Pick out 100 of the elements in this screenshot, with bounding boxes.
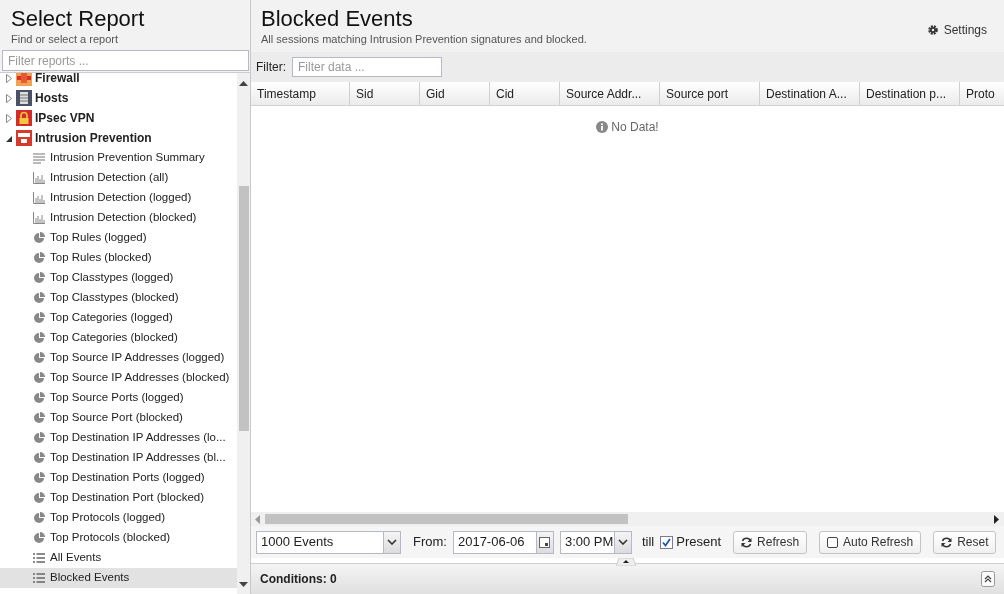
column-header[interactable]: Destination A...: [760, 82, 860, 105]
report-item-label[interactable]: Top Rules (logged): [50, 229, 147, 247]
report-item[interactable]: Top Destination IP Addresses (lo...: [0, 428, 237, 448]
pie-chart-icon: [33, 412, 45, 424]
report-item-label[interactable]: Blocked Events: [50, 569, 130, 587]
report-item[interactable]: All Events: [0, 548, 237, 568]
scrollbar-thumb[interactable]: [238, 186, 249, 431]
pie-chart-icon: [33, 512, 45, 524]
report-item-label[interactable]: Intrusion Prevention Summary: [50, 149, 205, 167]
report-item[interactable]: Top Source Ports (logged): [0, 388, 237, 408]
report-item-label[interactable]: Top Protocols (logged): [50, 509, 166, 527]
report-item[interactable]: Top Source Port (blocked): [0, 408, 237, 428]
caret-icon[interactable]: [387, 539, 397, 545]
tree-category[interactable]: Hosts: [0, 88, 237, 108]
scroll-right-icon[interactable]: [994, 514, 1000, 524]
report-item[interactable]: Intrusion Prevention Summary: [0, 148, 237, 168]
report-item[interactable]: Top Categories (logged): [0, 308, 237, 328]
scrollbar-thumb[interactable]: [265, 514, 628, 524]
shield-icon: [16, 130, 32, 146]
pie-chart-icon: [33, 432, 45, 444]
present-checkbox[interactable]: Present: [660, 532, 722, 552]
report-item[interactable]: Top Categories (blocked): [0, 328, 237, 348]
pie-chart-icon: [33, 472, 45, 484]
filter-reports-field[interactable]: Filter reports ...: [2, 50, 249, 71]
report-item[interactable]: Top Protocols (logged): [0, 508, 237, 528]
column-header[interactable]: Timestamp: [251, 82, 350, 105]
report-item-label[interactable]: Top Destination Ports (logged): [50, 469, 205, 487]
toggle-button[interactable]: Auto Refresh: [819, 530, 922, 554]
report-item-label[interactable]: Top Classtypes (logged): [50, 269, 174, 287]
report-item-label[interactable]: Top Destination IP Addresses (lo...: [50, 429, 226, 447]
refresh-icon: [741, 536, 753, 548]
column-header[interactable]: Proto: [960, 82, 1004, 105]
date-field[interactable]: 2017-06-06: [452, 530, 554, 554]
report-item-label[interactable]: Top Source Ports (logged): [50, 389, 184, 407]
report-item-label[interactable]: Intrusion Detection (all): [50, 169, 169, 187]
tree-category[interactable]: Firewall: [0, 73, 237, 88]
vertical-scrollbar[interactable]: [237, 73, 250, 594]
report-item-label[interactable]: Top Classtypes (blocked): [50, 289, 179, 307]
expand-icon[interactable]: [981, 571, 995, 587]
report-item-label[interactable]: Top Destination IP Addresses (bl...: [50, 449, 226, 467]
report-item[interactable]: Intrusion Detection (logged): [0, 188, 237, 208]
report-item-label[interactable]: Top Source IP Addresses (blocked): [50, 369, 230, 387]
scroll-up-icon[interactable]: [239, 81, 248, 87]
column-header[interactable]: Source port: [660, 82, 760, 105]
event-limit-dropdown[interactable]: 1000 Events: [256, 530, 401, 554]
report-item-label[interactable]: Top Source Port (blocked): [50, 409, 183, 427]
calendar-icon[interactable]: [539, 536, 551, 548]
list-icon: [33, 572, 45, 584]
report-item-label[interactable]: Top Destination Port (blocked): [50, 489, 205, 507]
lock-icon: [16, 110, 32, 126]
from-label: From:: [413, 533, 447, 552]
report-item[interactable]: Intrusion Detection (blocked): [0, 208, 237, 228]
report-item[interactable]: Top Destination IP Addresses (bl...: [0, 448, 237, 468]
pie-chart-icon: [33, 352, 45, 364]
summary-icon: [33, 152, 45, 164]
pie-chart-icon: [33, 292, 45, 304]
pie-chart-icon: [33, 272, 45, 284]
report-item[interactable]: Top Destination Port (blocked): [0, 488, 237, 508]
refresh-icon: [941, 536, 953, 548]
report-item-label[interactable]: Top Rules (blocked): [50, 249, 152, 267]
conditions-label: Conditions: 0: [260, 571, 337, 588]
panel-title: Select Report: [11, 6, 146, 32]
scroll-down-icon[interactable]: [239, 582, 248, 588]
collapse-handle[interactable]: [616, 558, 636, 566]
column-header[interactable]: Source Addr...: [560, 82, 660, 105]
report-item[interactable]: Top Destination Ports (logged): [0, 468, 237, 488]
report-item[interactable]: Top Rules (logged): [0, 228, 237, 248]
report-item[interactable]: Top Classtypes (logged): [0, 268, 237, 288]
panel-subtitle: Find or select a report: [11, 32, 119, 46]
report-item-label[interactable]: Top Source IP Addresses (logged): [50, 349, 225, 367]
collapsed-icon[interactable]: [5, 73, 13, 83]
report-item-label[interactable]: Top Categories (logged): [50, 309, 173, 327]
column-header[interactable]: Destination p...: [860, 82, 960, 105]
filter-data-field[interactable]: Filter data ...: [292, 57, 442, 77]
report-item[interactable]: Top Protocols (blocked): [0, 528, 237, 548]
collapsed-icon[interactable]: [5, 93, 13, 103]
time-dropdown[interactable]: 3:00 PM: [559, 530, 632, 554]
report-item[interactable]: Top Source IP Addresses (logged): [0, 348, 237, 368]
column-header[interactable]: Cid: [490, 82, 560, 105]
report-item-label[interactable]: Intrusion Detection (logged): [50, 189, 192, 207]
report-item[interactable]: Blocked Events: [0, 568, 237, 588]
caret-icon[interactable]: [617, 539, 628, 545]
column-header[interactable]: Gid: [420, 82, 490, 105]
tree-category[interactable]: IPsec VPN: [0, 108, 237, 128]
report-item-label[interactable]: All Events: [50, 549, 102, 567]
refresh-button[interactable]: Refresh: [733, 530, 808, 554]
settings-button[interactable]: Settings: [919, 18, 994, 41]
report-item[interactable]: Top Rules (blocked): [0, 248, 237, 268]
horizontal-scrollbar[interactable]: [251, 512, 1004, 526]
report-item[interactable]: Intrusion Detection (all): [0, 168, 237, 188]
refresh-button[interactable]: Reset: [933, 530, 997, 554]
pie-chart-icon: [33, 252, 45, 264]
report-item[interactable]: Top Source IP Addresses (blocked): [0, 368, 237, 388]
tree-category[interactable]: Intrusion Prevention: [0, 128, 237, 148]
column-header[interactable]: Sid: [350, 82, 420, 105]
report-item-label[interactable]: Top Categories (blocked): [50, 329, 178, 347]
report-item[interactable]: Top Classtypes (blocked): [0, 288, 237, 308]
collapsed-icon[interactable]: [5, 113, 13, 123]
report-item-label[interactable]: Intrusion Detection (blocked): [50, 209, 197, 227]
report-item-label[interactable]: Top Protocols (blocked): [50, 529, 171, 547]
